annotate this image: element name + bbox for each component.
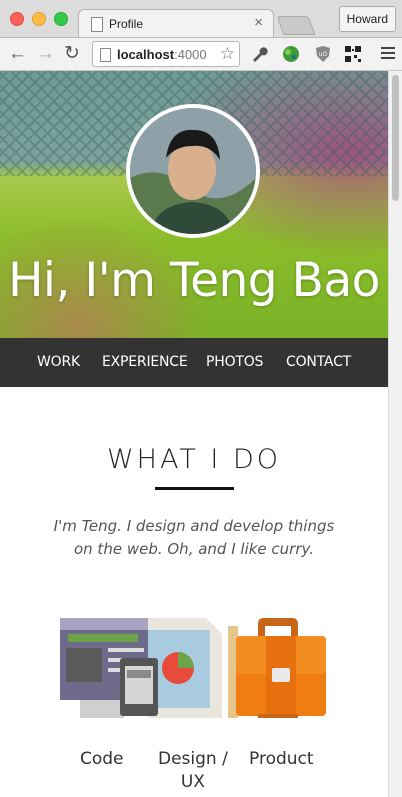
minimize-window-button[interactable]	[32, 12, 46, 26]
close-tab-icon[interactable]: ×	[254, 14, 263, 31]
main-nav: WORK EXPERIENCE PHOTOS CONTACT	[0, 338, 388, 387]
skill-label-product: Product	[249, 749, 314, 769]
nav-item-experience[interactable]: EXPERIENCE	[102, 354, 188, 370]
briefcase-illustration	[228, 618, 326, 718]
bookmark-star-icon[interactable]: ☆	[220, 44, 235, 64]
intro-text: I'm Teng. I design and develop things on…	[53, 517, 335, 558]
menu-icon[interactable]	[381, 47, 395, 62]
nav-item-photos[interactable]: PHOTOS	[206, 354, 263, 370]
browser-tab-bar: Profile × Howard	[0, 0, 402, 38]
scrollbar[interactable]	[388, 71, 402, 797]
hero-banner: Hi, I'm Teng Bao	[0, 71, 388, 338]
reload-button[interactable]: ↻	[64, 43, 80, 65]
svg-text:uO: uO	[319, 51, 328, 58]
skill-label-code: Code	[80, 749, 124, 769]
browser-tab[interactable]: Profile ×	[78, 9, 274, 37]
wrench-icon[interactable]	[250, 45, 268, 63]
design-illustration	[120, 618, 222, 718]
scrollbar-thumb[interactable]	[392, 75, 399, 201]
zoom-window-button[interactable]	[54, 12, 68, 26]
address-bar[interactable]: localhost:4000 ☆	[92, 41, 240, 67]
hero-greeting: Hi, I'm Teng Bao	[8, 253, 380, 308]
url-text: localhost:4000	[117, 47, 207, 62]
avatar	[126, 104, 260, 238]
profile-button[interactable]: Howard	[338, 6, 396, 32]
forward-button[interactable]: →	[36, 43, 55, 65]
page-icon	[91, 17, 103, 32]
qr-code-icon[interactable]	[344, 45, 362, 63]
page-icon	[100, 48, 111, 62]
window-controls	[10, 12, 68, 26]
nav-item-contact[interactable]: CONTACT	[286, 354, 351, 370]
ublock-icon[interactable]: uO	[314, 45, 332, 63]
back-button[interactable]: ←	[8, 43, 27, 65]
section-title: WHAT I DO	[106, 444, 282, 475]
nav-item-work[interactable]: WORK	[37, 354, 80, 370]
close-window-button[interactable]	[10, 12, 24, 26]
title-underline	[155, 487, 234, 490]
browser-toolbar: ← → ↻ localhost:4000 ☆ uO	[0, 38, 402, 71]
skill-label-design: Design / UX	[158, 749, 228, 792]
globe-icon[interactable]	[282, 45, 300, 63]
web-page: Hi, I'm Teng Bao WORK EXPERIENCE PHOTOS …	[0, 71, 388, 797]
new-tab-button[interactable]	[276, 16, 316, 35]
tab-title: Profile	[109, 17, 144, 31]
